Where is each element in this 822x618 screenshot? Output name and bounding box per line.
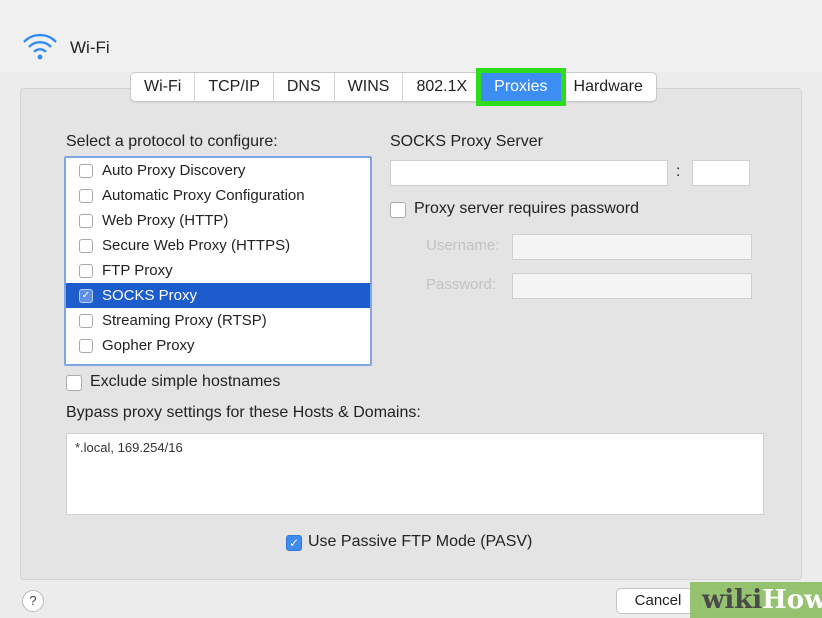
requires-password-checkbox[interactable] — [390, 202, 406, 218]
protocol-label: FTP Proxy — [102, 262, 173, 279]
protocol-checkbox[interactable] — [79, 339, 93, 353]
protocol-checkbox[interactable] — [79, 189, 93, 203]
protocol-checkbox[interactable] — [79, 264, 93, 278]
protocol-label: Auto Proxy Discovery — [102, 162, 246, 179]
tab-proxies[interactable]: Proxies — [476, 68, 566, 106]
window-title: Wi-Fi — [70, 38, 110, 57]
protocol-automatic-proxy-configuration[interactable]: Automatic Proxy Configuration — [66, 183, 370, 208]
watermark-part-a: wiki — [702, 585, 763, 615]
exclude-simple-hostnames-checkbox[interactable] — [66, 375, 82, 391]
protocol-secure-web-proxy-https[interactable]: Secure Web Proxy (HTTPS) — [66, 233, 370, 258]
check-icon[interactable]: ✓ — [286, 535, 302, 551]
tab-bar: Wi-Fi TCP/IP DNS WINS 802.1X Proxies Har… — [130, 68, 657, 106]
protocol-label: Gopher Proxy — [102, 337, 195, 354]
username-label: Username: — [426, 237, 500, 254]
protocol-checkbox[interactable] — [79, 314, 93, 328]
protocol-heading: Select a protocol to configure: — [66, 133, 278, 150]
tab-tcpip[interactable]: TCP/IP — [195, 73, 274, 101]
protocol-gopher-proxy[interactable]: Gopher Proxy — [66, 333, 370, 358]
bypass-textarea[interactable]: *.local, 169.254/16 — [66, 433, 764, 515]
requires-password-label: Proxy server requires password — [414, 200, 639, 217]
wifi-icon — [23, 33, 57, 60]
tab-wins[interactable]: WINS — [335, 73, 404, 101]
tab-hardware[interactable]: Hardware — [561, 73, 656, 101]
bypass-label: Bypass proxy settings for these Hosts & … — [66, 404, 421, 421]
wikihow-watermark: wikiHow — [690, 582, 822, 618]
protocol-web-proxy-http[interactable]: Web Proxy (HTTP) — [66, 208, 370, 233]
protocol-label: Web Proxy (HTTP) — [102, 212, 229, 229]
protocol-list: Auto Proxy Discovery Automatic Proxy Con… — [64, 156, 372, 366]
tab-dns[interactable]: DNS — [274, 73, 335, 101]
protocol-checkbox[interactable] — [79, 164, 93, 178]
help-button[interactable]: ? — [22, 590, 44, 612]
protocol-label: Streaming Proxy (RTSP) — [102, 312, 267, 329]
check-icon[interactable]: ✓ — [79, 289, 93, 303]
protocol-streaming-proxy-rtsp[interactable]: Streaming Proxy (RTSP) — [66, 308, 370, 333]
server-port-field[interactable] — [692, 160, 750, 186]
protocol-checkbox[interactable] — [79, 214, 93, 228]
protocol-label: Secure Web Proxy (HTTPS) — [102, 237, 291, 254]
server-host-field[interactable] — [390, 160, 668, 186]
username-field[interactable] — [512, 234, 752, 260]
exclude-simple-hostnames-label: Exclude simple hostnames — [90, 373, 281, 390]
protocol-label: SOCKS Proxy — [102, 287, 198, 304]
server-colon: : — [676, 163, 681, 180]
server-heading: SOCKS Proxy Server — [390, 133, 543, 150]
password-label: Password: — [426, 276, 497, 293]
pasv-label: Use Passive FTP Mode (PASV) — [308, 533, 533, 550]
window-header — [0, 0, 822, 72]
protocol-checkbox[interactable] — [79, 239, 93, 253]
password-field[interactable] — [512, 273, 752, 299]
protocol-ftp-proxy[interactable]: FTP Proxy — [66, 258, 370, 283]
protocol-socks-proxy[interactable]: ✓ SOCKS Proxy — [66, 283, 370, 308]
watermark-part-b: How — [762, 585, 822, 615]
protocol-label: Automatic Proxy Configuration — [102, 187, 305, 204]
tab-8021x[interactable]: 802.1X — [403, 73, 482, 101]
cancel-button[interactable]: Cancel — [616, 588, 700, 614]
protocol-auto-proxy-discovery[interactable]: Auto Proxy Discovery — [66, 158, 370, 183]
tab-wifi[interactable]: Wi-Fi — [131, 73, 196, 101]
bypass-value: *.local, 169.254/16 — [75, 440, 183, 455]
